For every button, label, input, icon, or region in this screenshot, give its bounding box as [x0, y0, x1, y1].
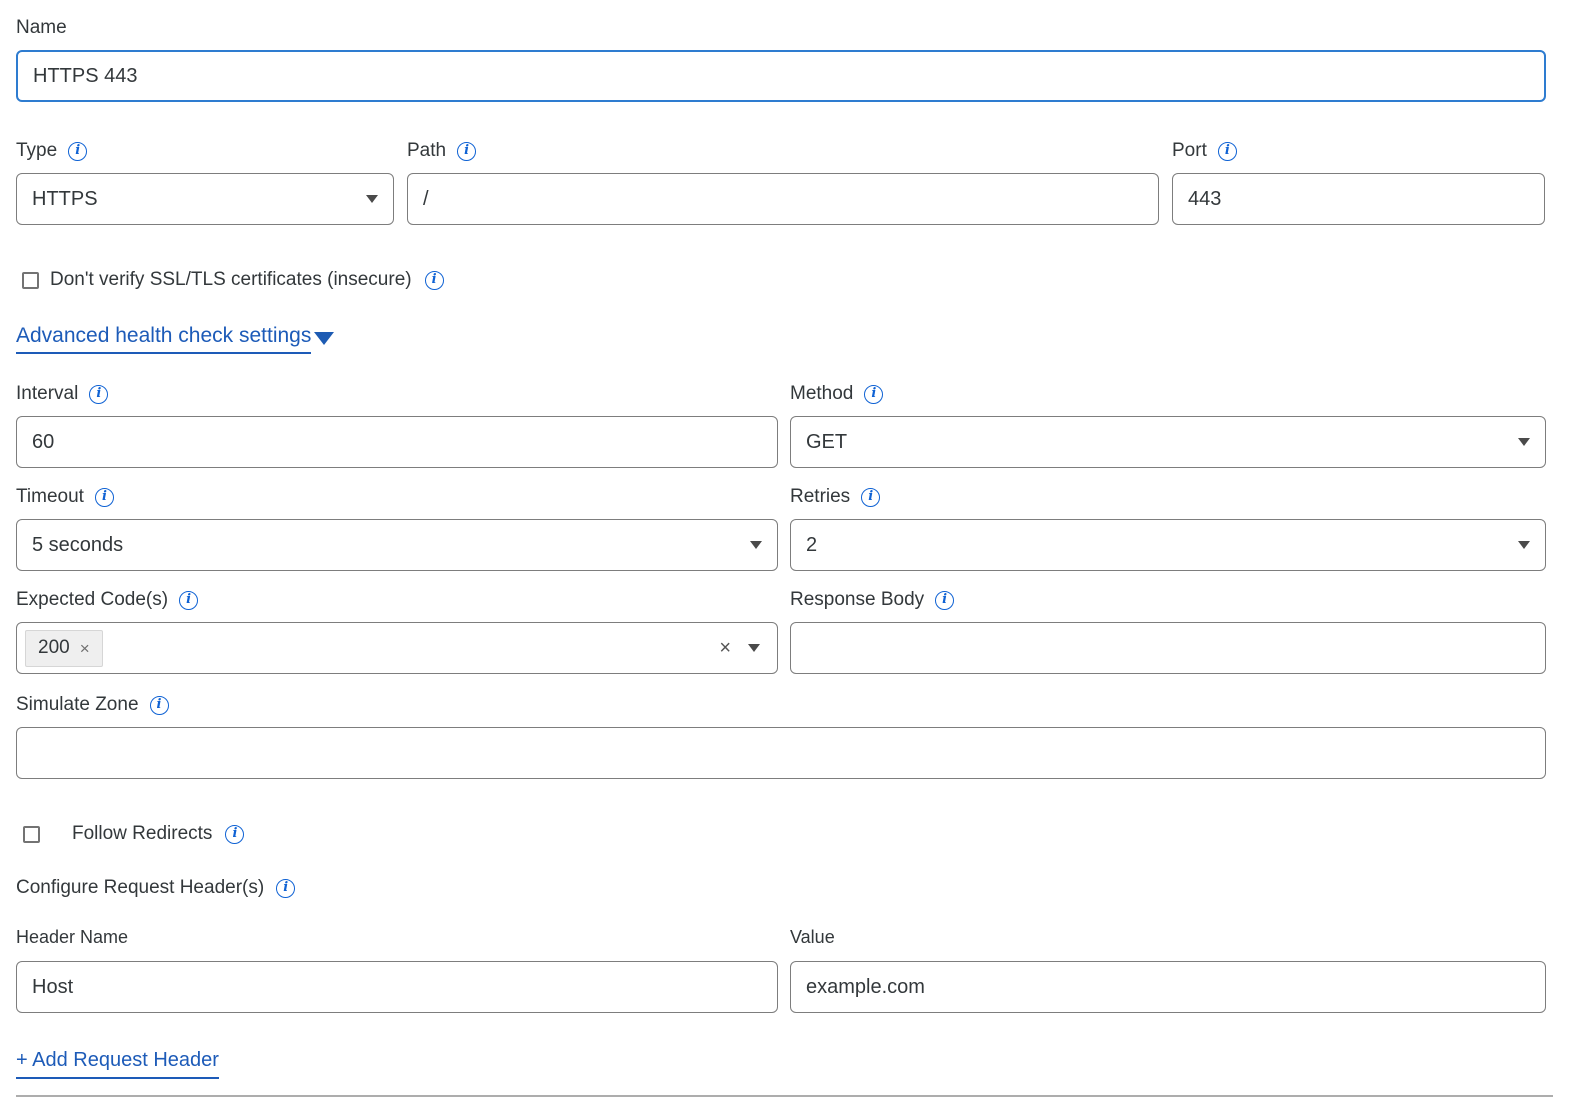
interval-input[interactable]: [16, 416, 778, 468]
type-info-icon[interactable]: [68, 142, 87, 161]
port-info-icon[interactable]: [1218, 142, 1237, 161]
method-label: Method: [790, 382, 853, 406]
chevron-down-icon: [1518, 541, 1530, 549]
clear-selection-icon[interactable]: ×: [719, 638, 731, 658]
simulate-zone-field: Simulate Zone: [16, 692, 1546, 779]
timeout-select-value: 5 seconds: [32, 534, 123, 557]
method-info-icon[interactable]: [864, 385, 883, 404]
timeout-info-icon[interactable]: [95, 488, 114, 507]
method-select[interactable]: GET: [790, 416, 1546, 468]
add-request-header-link[interactable]: + Add Request Header: [16, 1049, 219, 1079]
expected-codes-label: Expected Code(s): [16, 588, 168, 612]
expected-code-tag: 200 ×: [25, 630, 103, 667]
caret-down-icon[interactable]: [314, 332, 334, 345]
header-name-label: Header Name: [16, 925, 128, 949]
header-value-input[interactable]: [790, 961, 1546, 1013]
interval-label: Interval: [16, 382, 78, 406]
path-input[interactable]: [407, 173, 1159, 225]
expected-codes-info-icon[interactable]: [179, 591, 198, 610]
type-select-value: HTTPS: [32, 188, 98, 211]
retries-select-value: 2: [806, 534, 817, 557]
follow-redirects-checkbox[interactable]: [23, 826, 40, 843]
port-input[interactable]: [1172, 173, 1545, 225]
verify-ssl-row: Don't verify SSL/TLS certificates (insec…: [16, 269, 1546, 291]
expected-codes-field: Expected Code(s) 200 × ×: [16, 587, 778, 674]
multiselect-controls: ×: [719, 638, 760, 658]
expected-codes-multiselect[interactable]: 200 × ×: [16, 622, 778, 674]
type-select[interactable]: HTTPS: [16, 173, 394, 225]
advanced-settings-row: Advanced health check settings: [16, 323, 1546, 355]
section-divider: [16, 1095, 1553, 1097]
verify-ssl-info-icon[interactable]: [425, 271, 444, 290]
retries-select[interactable]: 2: [790, 519, 1546, 571]
configure-headers-info-icon[interactable]: [276, 879, 295, 898]
name-field: Name: [16, 16, 1546, 102]
advanced-settings-grid: Interval Method GET Timeout 5 seconds: [16, 381, 1546, 674]
name-label: Name: [16, 16, 67, 40]
add-header-row: + Add Request Header: [16, 1049, 1546, 1079]
response-body-label: Response Body: [790, 588, 924, 612]
simulate-zone-label: Simulate Zone: [16, 693, 139, 717]
health-check-form: Name Type HTTPS Path Port: [0, 0, 1570, 1097]
chevron-down-icon[interactable]: [748, 644, 760, 652]
interval-field: Interval: [16, 381, 778, 468]
simulate-zone-info-icon[interactable]: [150, 696, 169, 715]
remove-tag-icon[interactable]: ×: [80, 640, 90, 657]
expected-code-tag-text: 200: [38, 637, 70, 659]
follow-redirects-info-icon[interactable]: [225, 825, 244, 844]
interval-info-icon[interactable]: [89, 385, 108, 404]
method-field: Method GET: [790, 381, 1546, 468]
response-body-info-icon[interactable]: [935, 591, 954, 610]
retries-label: Retries: [790, 485, 850, 509]
configure-headers-label: Configure Request Header(s): [16, 876, 264, 900]
header-value-label: Value: [790, 925, 835, 949]
advanced-settings-link[interactable]: Advanced health check settings: [16, 324, 311, 354]
chevron-down-icon: [366, 195, 378, 203]
follow-redirects-label: Follow Redirects: [72, 823, 212, 845]
chevron-down-icon: [750, 541, 762, 549]
method-select-value: GET: [806, 431, 847, 454]
path-field: Path: [407, 138, 1159, 225]
path-label: Path: [407, 139, 446, 163]
chevron-down-icon: [1518, 438, 1530, 446]
response-body-field: Response Body: [790, 587, 1546, 674]
timeout-select[interactable]: 5 seconds: [16, 519, 778, 571]
configure-headers-row: Configure Request Header(s): [16, 875, 1546, 901]
type-field: Type HTTPS: [16, 138, 394, 225]
timeout-field: Timeout 5 seconds: [16, 484, 778, 571]
type-path-port-row: Type HTTPS Path Port: [16, 138, 1546, 225]
type-label: Type: [16, 139, 57, 163]
retries-info-icon[interactable]: [861, 488, 880, 507]
timeout-label: Timeout: [16, 485, 84, 509]
retries-field: Retries 2: [790, 484, 1546, 571]
response-body-input[interactable]: [790, 622, 1546, 674]
request-header-row: Header Name Value: [16, 925, 1546, 1013]
path-info-icon[interactable]: [457, 142, 476, 161]
header-name-input[interactable]: [16, 961, 778, 1013]
header-name-field: Header Name: [16, 925, 778, 1013]
port-field: Port: [1172, 138, 1545, 225]
header-value-field: Value: [790, 925, 1546, 1013]
verify-ssl-checkbox[interactable]: [22, 272, 39, 289]
port-label: Port: [1172, 139, 1207, 163]
follow-redirects-row: Follow Redirects: [16, 823, 1546, 845]
simulate-zone-input[interactable]: [16, 727, 1546, 779]
verify-ssl-label: Don't verify SSL/TLS certificates (insec…: [50, 269, 412, 291]
name-input[interactable]: [16, 50, 1546, 102]
